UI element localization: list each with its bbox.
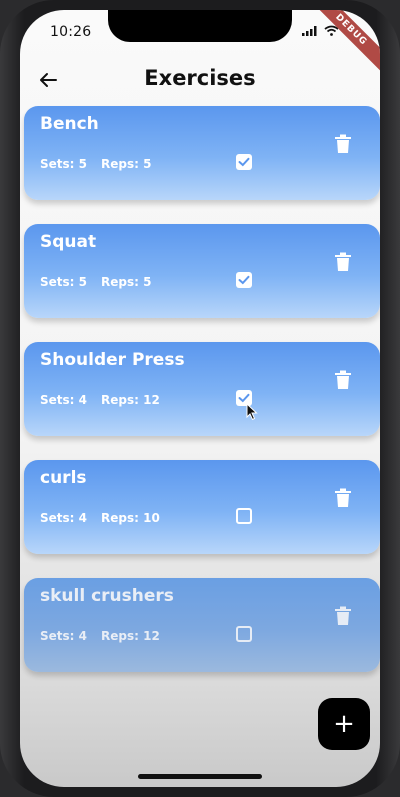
check-icon	[238, 157, 250, 167]
exercise-card: Shoulder Press Sets: 4 Reps: 12	[24, 342, 380, 436]
page-title: Exercises	[144, 66, 256, 90]
exercise-name: Bench	[40, 114, 99, 134]
exercise-reps: Reps: 5	[101, 157, 152, 171]
status-icons	[302, 25, 339, 36]
exercise-info: Sets: 4 Reps: 10	[40, 511, 160, 525]
exercise-card: skull crushers Sets: 4 Reps: 12	[24, 578, 380, 672]
app-bar: Exercises	[20, 60, 380, 100]
exercise-info: Sets: 4 Reps: 12	[40, 629, 160, 643]
status-time: 10:26	[50, 24, 92, 40]
exercise-sets: Sets: 4	[40, 393, 87, 407]
exercise-name: skull crushers	[40, 586, 174, 606]
app-screen: 10:26 DEBUG Exercises Bench Sets: 5 Reps…	[20, 10, 380, 787]
notch	[108, 10, 292, 42]
signal-icon	[302, 25, 317, 36]
completed-checkbox[interactable]	[236, 626, 252, 642]
exercise-sets: Sets: 5	[40, 275, 87, 289]
exercise-name: Squat	[40, 232, 97, 252]
trash-icon[interactable]	[334, 606, 352, 626]
check-icon	[238, 275, 250, 285]
home-indicator	[138, 774, 262, 779]
exercise-card: curls Sets: 4 Reps: 10	[24, 460, 380, 554]
exercise-name: Shoulder Press	[40, 350, 185, 370]
exercise-reps: Reps: 10	[101, 511, 160, 525]
trash-icon[interactable]	[334, 134, 352, 154]
exercise-name: curls	[40, 468, 87, 488]
exercise-info: Sets: 4 Reps: 12	[40, 393, 160, 407]
mouse-cursor-icon	[246, 403, 258, 421]
trash-icon[interactable]	[334, 370, 352, 390]
completed-checkbox[interactable]	[236, 272, 252, 288]
exercise-sets: Sets: 5	[40, 157, 87, 171]
exercise-info: Sets: 5 Reps: 5	[40, 275, 151, 289]
add-exercise-button[interactable]: +	[318, 698, 370, 750]
exercise-info: Sets: 5 Reps: 5	[40, 157, 151, 171]
exercise-sets: Sets: 4	[40, 511, 87, 525]
exercise-card: Bench Sets: 5 Reps: 5	[24, 106, 380, 200]
exercise-card: Squat Sets: 5 Reps: 5	[24, 224, 380, 318]
phone-frame: 10:26 DEBUG Exercises Bench Sets: 5 Reps…	[0, 0, 400, 797]
exercise-reps: Reps: 12	[101, 393, 160, 407]
trash-icon[interactable]	[334, 488, 352, 508]
completed-checkbox[interactable]	[236, 154, 252, 170]
exercise-reps: Reps: 12	[101, 629, 160, 643]
completed-checkbox[interactable]	[236, 508, 252, 524]
exercise-sets: Sets: 4	[40, 629, 87, 643]
trash-icon[interactable]	[334, 252, 352, 272]
plus-icon: +	[333, 709, 355, 739]
exercise-reps: Reps: 5	[101, 275, 152, 289]
